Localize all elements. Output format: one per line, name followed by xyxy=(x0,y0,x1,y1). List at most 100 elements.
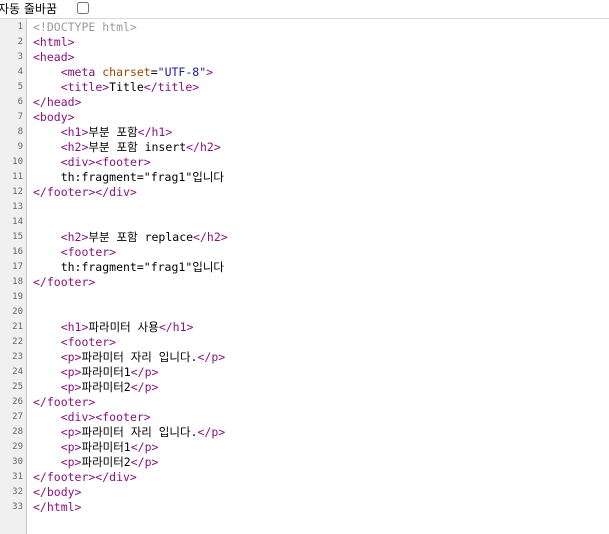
code-token: </p> xyxy=(130,365,159,379)
line-number: 10 xyxy=(12,157,23,167)
code-line: th:fragment="frag1"입니다 xyxy=(33,170,224,185)
code-line: <p>파라미터2</p> xyxy=(33,455,159,470)
code-token: </html> xyxy=(33,500,82,514)
line-number: 25 xyxy=(12,382,23,392)
source-code-view[interactable]: <!DOCTYPE html> <html> <head> <meta charse… xyxy=(27,19,609,534)
line-number: 31 xyxy=(12,472,23,482)
code-token: 부분 포함 insert xyxy=(88,140,187,154)
line-number: 6 xyxy=(17,97,23,107)
code-line: <p>파라미터1</p> xyxy=(33,440,159,455)
line-number: 24 xyxy=(12,367,23,377)
code-token: <p> xyxy=(60,425,82,439)
line-number: 27 xyxy=(12,412,23,422)
code-token: 파라미터 자리 입니다. xyxy=(81,425,198,439)
code-line: <p>파라미터 자리 입니다.</p> xyxy=(33,350,225,365)
code-token: <p> xyxy=(60,350,82,364)
code-token: <h1> xyxy=(60,125,89,139)
code-token: <h2> xyxy=(60,140,89,154)
code-token: </footer> xyxy=(33,395,96,409)
code-token: <h1> xyxy=(60,320,89,334)
code-line: <p>파라미터1</p> xyxy=(33,365,159,380)
code-token: <meta xyxy=(60,65,103,79)
line-number: 16 xyxy=(12,247,23,257)
line-number: 29 xyxy=(12,442,23,452)
code-line: <footer> xyxy=(33,245,116,260)
code-token: </p> xyxy=(130,380,159,394)
line-number: 5 xyxy=(17,82,23,92)
line-number: 33 xyxy=(12,502,23,512)
line-number: 14 xyxy=(12,217,23,227)
line-number: 21 xyxy=(12,322,23,332)
code-line: <h2>부분 포함 insert</h2> xyxy=(33,140,221,155)
code-token: <title> xyxy=(60,80,110,94)
line-number: 2 xyxy=(17,37,23,47)
code-token: </h2> xyxy=(193,230,228,244)
line-number: 13 xyxy=(12,202,23,212)
line-number: 9 xyxy=(17,142,23,152)
code-line: <head> xyxy=(33,50,75,65)
code-line: </footer> xyxy=(33,275,95,290)
code-line: </footer></div> xyxy=(33,470,137,485)
code-token: 파라미터2 xyxy=(81,380,131,394)
code-token: > xyxy=(206,65,214,79)
code-token: </footer></div> xyxy=(33,185,137,199)
code-line: <html> xyxy=(33,35,75,50)
code-line: <div><footer> xyxy=(33,155,151,170)
code-line: </footer> xyxy=(33,395,95,410)
code-token: "UTF-8" xyxy=(157,65,207,79)
code-token: <!DOCTYPE html> xyxy=(33,20,137,34)
code-token: </h2> xyxy=(186,140,221,154)
code-line: <div><footer> xyxy=(33,410,151,425)
code-line: <footer> xyxy=(33,335,116,350)
line-number: 1 xyxy=(17,22,23,32)
code-line: <meta charset="UTF-8"> xyxy=(33,65,213,80)
line-number: 20 xyxy=(12,307,23,317)
code-line: th:fragment="frag1"입니다 xyxy=(33,260,224,275)
code-token: <body> xyxy=(33,110,75,124)
line-number: 3 xyxy=(17,52,23,62)
code-token: </footer> xyxy=(33,275,96,289)
code-token: </p> xyxy=(130,455,159,469)
line-wrap-checkbox[interactable] xyxy=(77,2,89,14)
code-token: <p> xyxy=(60,380,82,394)
line-number: 17 xyxy=(12,262,23,272)
code-token: </head> xyxy=(33,95,82,109)
code-token: </p> xyxy=(130,440,159,454)
line-number: 4 xyxy=(17,67,23,77)
code-token: <div><footer> xyxy=(60,410,151,424)
code-token: </p> xyxy=(197,425,226,439)
code-token: <h2> xyxy=(60,230,89,244)
code-token: </footer></div> xyxy=(33,470,137,484)
code-token: <footer> xyxy=(60,335,117,349)
code-token: th:fragment="frag1"입니다 xyxy=(33,260,224,274)
code-token: </h1> xyxy=(137,125,173,139)
code-line: </body> xyxy=(33,485,81,500)
line-number: 32 xyxy=(12,487,23,497)
line-number: 15 xyxy=(12,232,23,242)
line-number: 26 xyxy=(12,397,23,407)
code-line: </head> xyxy=(33,95,81,110)
line-number: 7 xyxy=(17,112,23,122)
code-token: 파라미터 사용 xyxy=(88,320,159,334)
code-line: <!DOCTYPE html> xyxy=(33,20,137,35)
code-line: <p>파라미터2</p> xyxy=(33,380,159,395)
code-token: <div><footer> xyxy=(60,155,151,169)
code-token: 부분 포함 replace xyxy=(88,230,194,244)
line-number: 30 xyxy=(12,457,23,467)
code-token: Title xyxy=(109,80,144,94)
code-line: </footer></div> xyxy=(33,185,137,200)
code-token: 부분 포함 xyxy=(88,125,138,139)
code-token: </title> xyxy=(143,80,200,94)
source-toolbar: 자동 줄바꿈 xyxy=(0,0,609,19)
code-line: </html> xyxy=(33,500,81,515)
line-number: 22 xyxy=(12,337,23,347)
code-token: charset xyxy=(102,65,151,79)
line-wrap-label: 자동 줄바꿈 xyxy=(0,2,58,16)
code-token: <head> xyxy=(33,50,75,64)
code-token: <footer> xyxy=(60,245,117,259)
